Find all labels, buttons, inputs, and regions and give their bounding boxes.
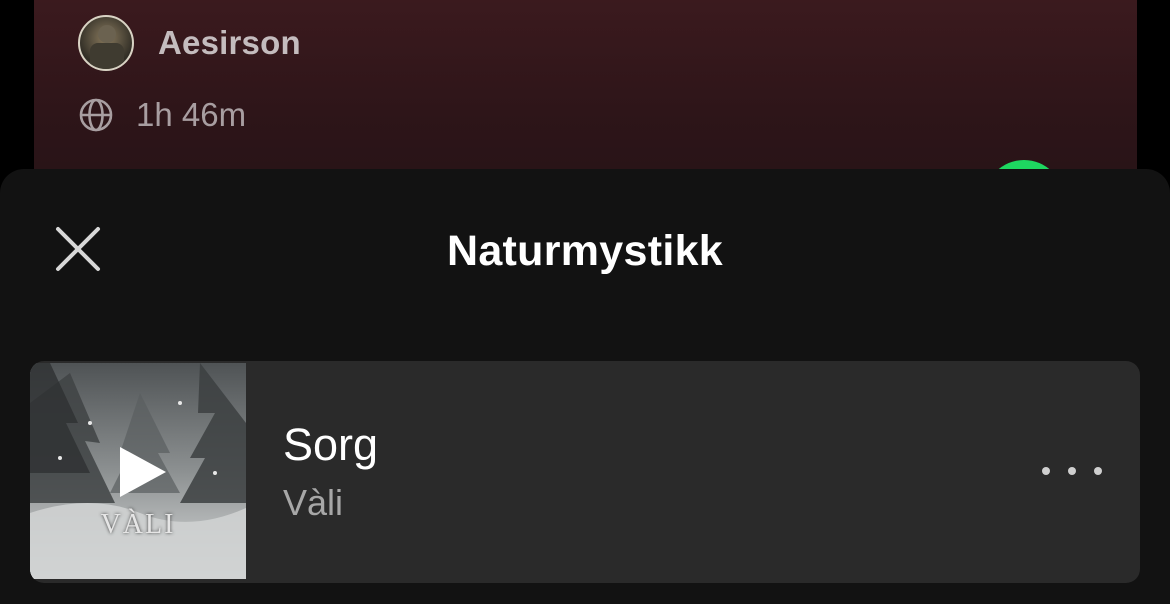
avatar[interactable] [78,15,134,71]
playlist-meta: 1h 46m [78,92,246,138]
playlist-duration: 1h 46m [136,96,247,133]
album-cover[interactable]: VÀLI [30,363,246,579]
screen: Aesirson 1h 46m Naturmystikk VÀLI Sorg V… [0,0,1170,604]
more-options-button[interactable] [1042,453,1102,489]
more-horizontal-icon [1094,467,1102,475]
cover-band-name: VÀLI [100,509,176,540]
more-horizontal-icon [1042,467,1050,475]
bottom-sheet: Naturmystikk VÀLI Sorg Vàli [0,169,1170,604]
track-artist[interactable]: Vàli [283,477,378,529]
globe-icon [78,97,114,133]
track-row[interactable]: VÀLI Sorg Vàli [30,361,1140,583]
more-horizontal-icon [1068,467,1076,475]
playlist-owner[interactable]: Aesirson [78,14,301,72]
play-icon[interactable] [116,445,168,499]
owner-name[interactable]: Aesirson [158,24,301,62]
track-info: Sorg Vàli [283,417,378,529]
sheet-title: Naturmystikk [446,227,724,275]
track-title: Sorg [283,419,379,470]
